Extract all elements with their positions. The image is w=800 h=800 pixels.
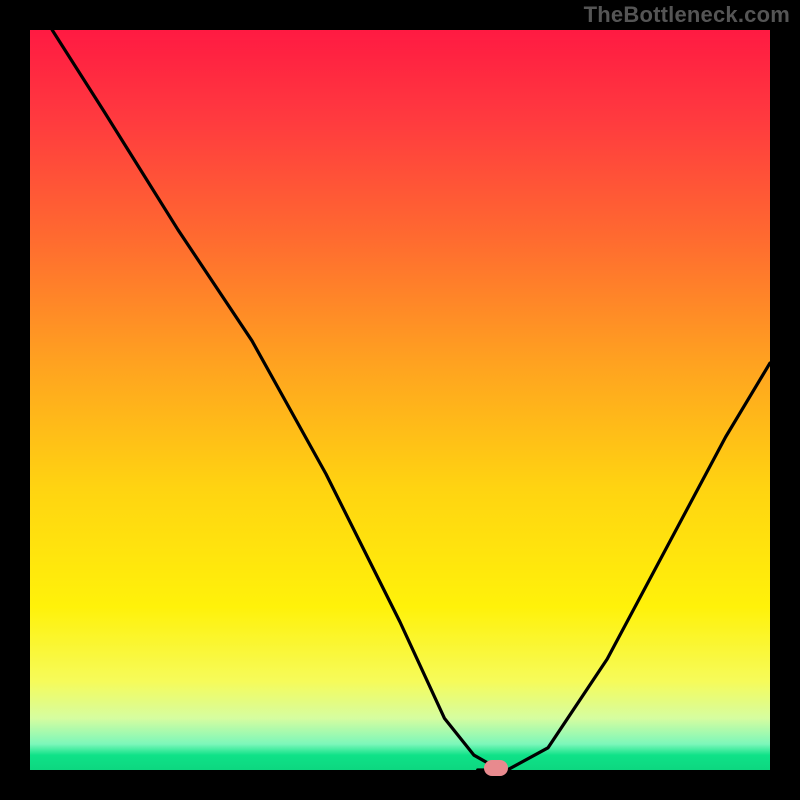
chart-frame: TheBottleneck.com — [0, 0, 800, 800]
watermark-text: TheBottleneck.com — [584, 2, 790, 28]
gradient-plot-area — [30, 30, 770, 770]
optimal-point-marker — [484, 760, 508, 776]
